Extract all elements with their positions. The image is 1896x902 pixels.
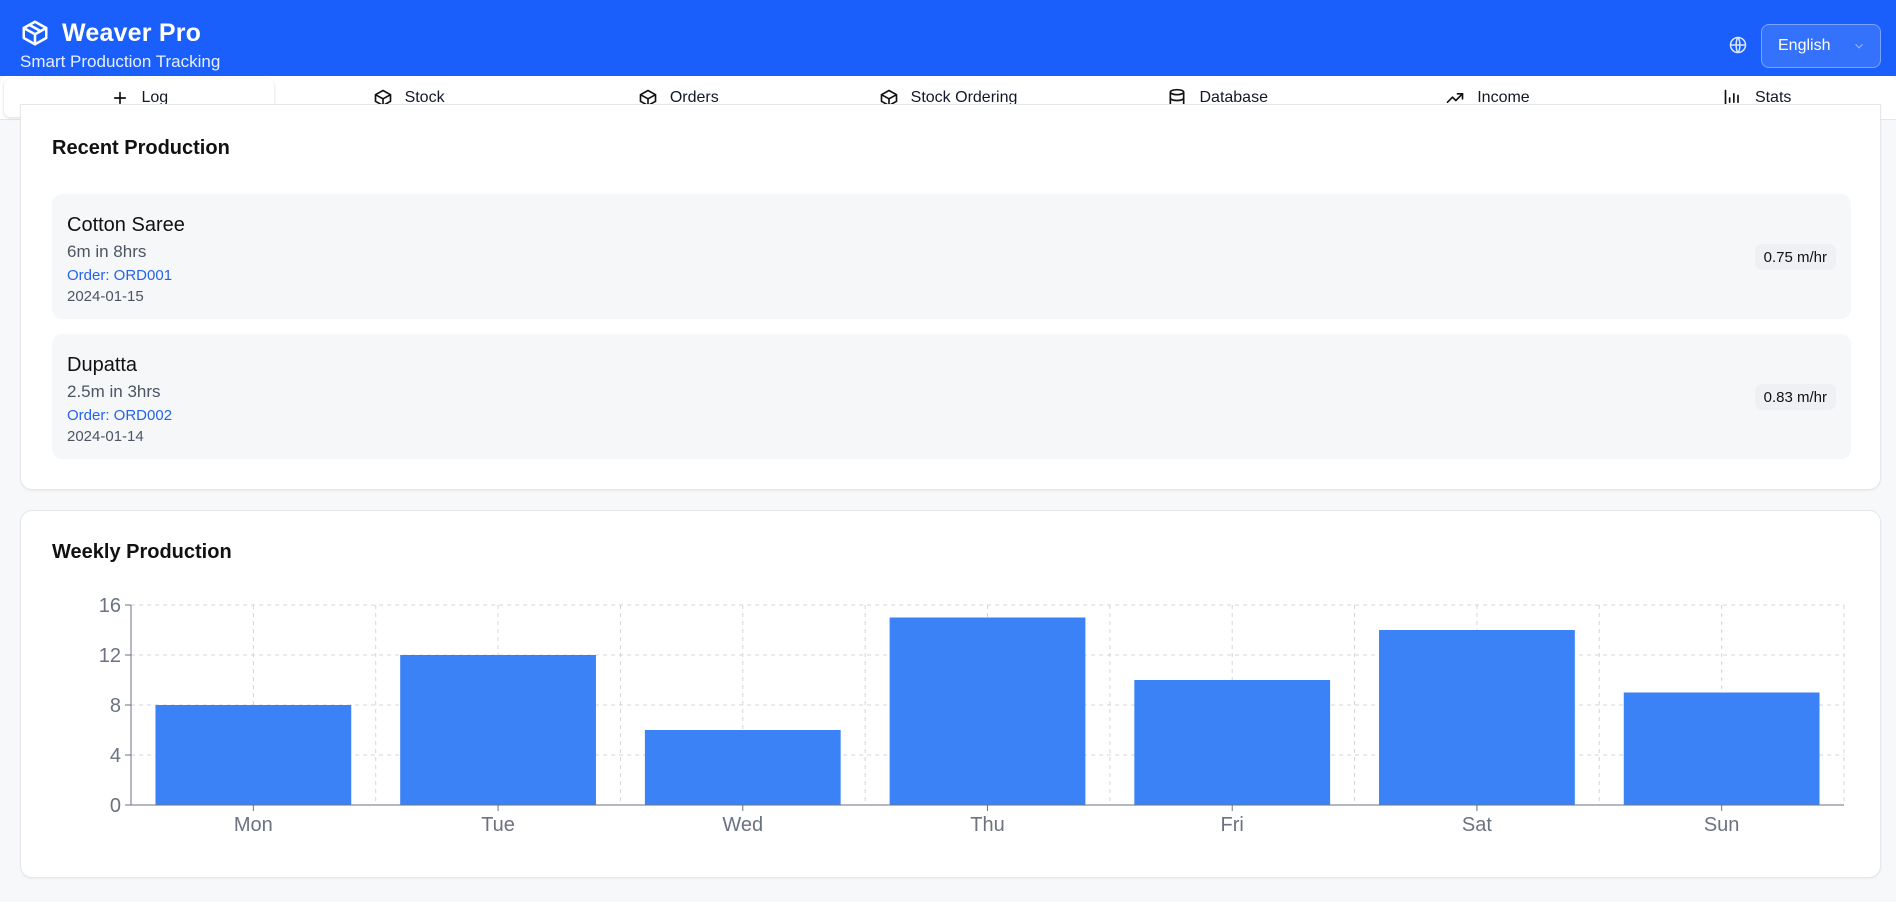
bar-sun <box>1623 692 1820 805</box>
y-tick-label: 8 <box>110 695 121 717</box>
x-tick-label: Sun <box>1704 814 1740 836</box>
production-item[interactable]: Cotton Saree 6m in 8hrs Order: ORD001 20… <box>52 194 1851 319</box>
y-tick-label: 12 <box>99 645 121 667</box>
bar-sat <box>1379 630 1575 805</box>
recent-production-card: Recent Production Cotton Saree 6m in 8hr… <box>20 104 1881 490</box>
item-name: Cotton Saree <box>67 214 185 236</box>
box-icon <box>20 18 50 48</box>
x-tick-label: Tue <box>481 814 515 836</box>
item-order-link[interactable]: Order: ORD002 <box>67 407 172 424</box>
globe-icon <box>1728 35 1748 55</box>
x-tick-label: Thu <box>970 814 1004 836</box>
x-tick-label: Sat <box>1462 814 1492 836</box>
bar-fri <box>1134 680 1331 805</box>
app-header: Weaver Pro Smart Production Tracking Eng… <box>0 0 1896 76</box>
bar-mon <box>155 705 352 805</box>
brand: Weaver Pro <box>20 18 201 48</box>
recent-production-title: Recent Production <box>52 137 230 159</box>
y-tick-label: 4 <box>110 745 121 767</box>
app-title: Weaver Pro <box>62 18 202 47</box>
app-subtitle: Smart Production Tracking <box>20 52 221 71</box>
rate-badge: 0.75 m/hr <box>1754 244 1836 270</box>
rate-badge: 0.83 m/hr <box>1754 384 1836 410</box>
x-tick-label: Fri <box>1221 814 1244 836</box>
item-order-link[interactable]: Order: ORD001 <box>67 267 172 284</box>
x-tick-label: Wed <box>722 814 763 836</box>
y-tick-label: 0 <box>110 795 121 817</box>
y-tick-label: 16 <box>99 595 121 617</box>
bar-tue <box>400 655 596 805</box>
item-date: 2024-01-14 <box>67 428 144 445</box>
item-name: Dupatta <box>67 354 138 376</box>
weekly-production-card: Weekly Production 0 4 8 12 16 Mon Tue Wed Thu Fri… <box>20 510 1881 878</box>
x-tick-label: Mon <box>234 814 273 836</box>
item-quantity: 6m in 8hrs <box>67 242 147 261</box>
bar-wed <box>644 730 841 805</box>
item-quantity: 2.5m in 3hrs <box>67 382 161 401</box>
language-value: English <box>1778 37 1831 54</box>
chevron-down-icon <box>1852 39 1866 53</box>
item-date: 2024-01-15 <box>67 288 144 305</box>
weekly-production-chart: 0 4 8 12 16 Mon Tue Wed Thu Fri Sat Sun <box>99 595 1845 836</box>
language-select[interactable]: English <box>1761 24 1881 68</box>
bar-thu <box>889 617 1086 805</box>
production-item[interactable]: Dupatta 2.5m in 3hrs Order: ORD002 2024-… <box>52 334 1851 459</box>
